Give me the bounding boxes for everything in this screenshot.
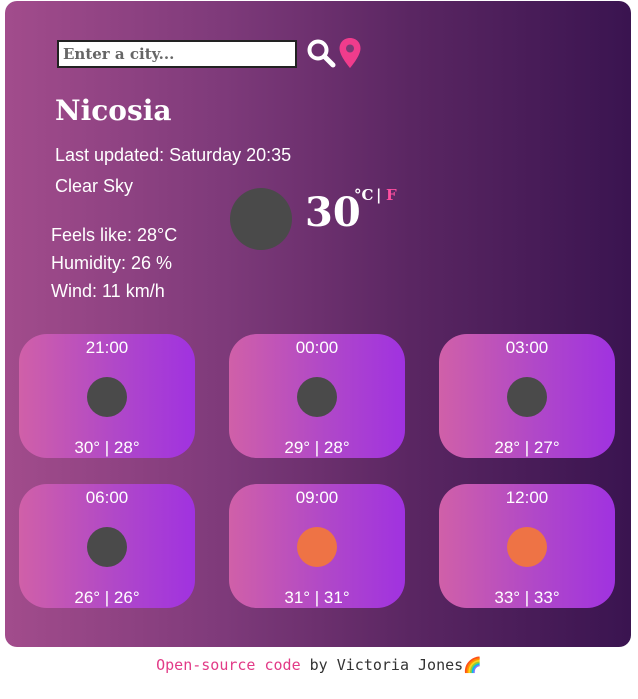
- last-updated: Last updated: Saturday 20:35: [55, 145, 292, 165]
- unit-separator: |: [376, 186, 382, 204]
- forecast-temps: 33° | 33°: [494, 588, 560, 607]
- forecast-weather-icon: [507, 527, 547, 567]
- current-temperature: 30: [305, 189, 361, 236]
- rainbow-emoji: 🌈: [463, 656, 482, 674]
- footer: Open-source code by Victoria Jones🌈: [0, 656, 638, 674]
- forecast-weather-icon: [297, 377, 337, 417]
- search-icon[interactable]: [306, 38, 336, 68]
- search-input[interactable]: [57, 40, 297, 68]
- forecast-weather-icon: [87, 377, 127, 417]
- forecast-card: 09:00 31° | 31°: [229, 484, 405, 608]
- forecast-temps: 29° | 28°: [284, 438, 350, 457]
- feels-like: Feels like: 28°C: [51, 225, 178, 245]
- city-name: Nicosia: [55, 94, 172, 127]
- forecast-time: 00:00: [295, 338, 339, 357]
- forecast-card: 06:00 26° | 26°: [19, 484, 195, 608]
- forecast-time: 12:00: [505, 488, 549, 507]
- location-pin-icon[interactable]: [338, 37, 362, 69]
- forecast-card: 03:00 28° | 27°: [439, 334, 615, 458]
- forecast-temps: 28° | 27°: [494, 438, 560, 457]
- forecast-temps: 30° | 28°: [74, 438, 140, 457]
- celsius-link[interactable]: °C: [354, 186, 373, 204]
- forecast-card: 00:00 29° | 28°: [229, 334, 405, 458]
- fahrenheit-link[interactable]: F: [386, 186, 397, 204]
- wind: Wind: 11 km/h: [51, 281, 165, 301]
- forecast-card: 21:00 30° | 28°: [19, 334, 195, 458]
- forecast-time: 06:00: [85, 488, 129, 507]
- forecast-time: 21:00: [85, 338, 129, 357]
- forecast-weather-icon: [297, 527, 337, 567]
- forecast-time: 03:00: [505, 338, 549, 357]
- forecast-weather-icon: [507, 377, 547, 417]
- weather-description: Clear Sky: [55, 176, 134, 196]
- forecast-weather-icon: [87, 527, 127, 567]
- forecast-temps: 31° | 31°: [284, 588, 350, 607]
- open-source-link[interactable]: Open-source code: [156, 656, 301, 674]
- author-credit: by Victoria Jones: [300, 656, 464, 674]
- humidity: Humidity: 26 %: [51, 253, 173, 273]
- forecast-card: 12:00 33° | 33°: [439, 484, 615, 608]
- current-weather-icon: [230, 188, 292, 250]
- forecast-time: 09:00: [295, 488, 339, 507]
- forecast-temps: 26° | 26°: [74, 588, 140, 607]
